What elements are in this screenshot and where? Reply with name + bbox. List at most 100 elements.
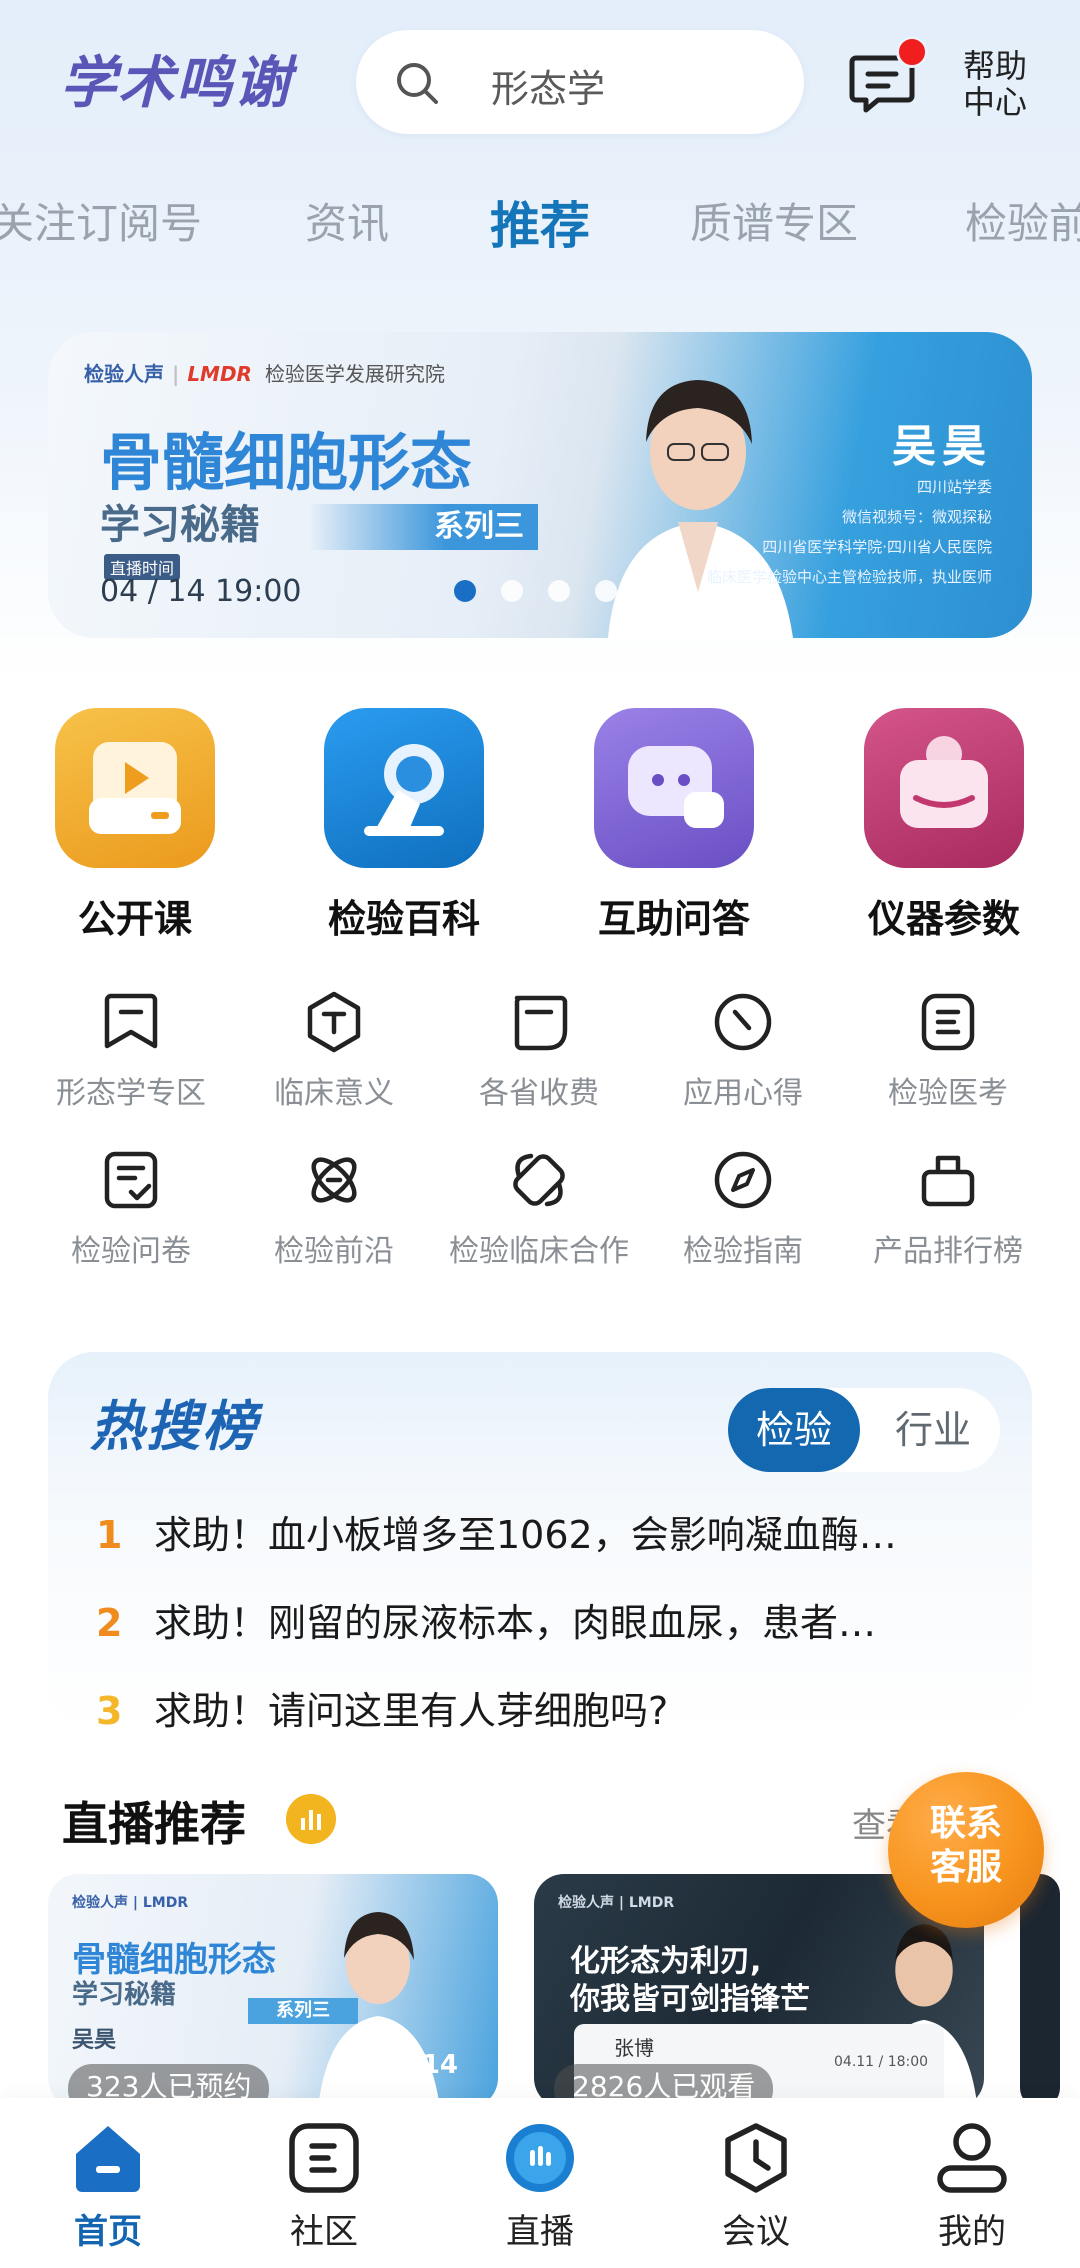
hot-search-text: 求助！血小板增多至1062，会影响凝血酶…	[154, 1513, 897, 1557]
chat-bubbles-icon	[594, 708, 754, 868]
tab-news[interactable]: 资讯	[305, 190, 389, 251]
hot-search-item[interactable]: 3 求助！请问这里有人芽细胞吗?	[96, 1680, 668, 1735]
grid-item-cooperation[interactable]: 检验临床合作	[439, 1148, 639, 1270]
grid-label: 检验医考	[888, 1076, 1008, 1111]
app-qa[interactable]: 互助问答	[574, 708, 774, 943]
grid-item-ranking[interactable]: 产品排行榜	[848, 1148, 1048, 1270]
video-course-icon	[55, 708, 215, 868]
tab-recommend[interactable]: 推荐	[490, 190, 590, 258]
nav-label: 直播	[506, 2212, 574, 2252]
pagination-dot[interactable]	[595, 580, 617, 602]
orbit-icon	[311, 1157, 357, 1203]
app-label: 公开课	[77, 897, 192, 941]
help-center-button[interactable]: 帮助 中心	[955, 48, 1035, 120]
pagination-dot[interactable]	[548, 580, 570, 602]
grid-item-survey[interactable]: 检验问卷	[31, 1148, 231, 1270]
rank-number: 2	[96, 1601, 123, 1645]
grid-item-clinical[interactable]: 临床意义	[234, 990, 434, 1112]
nav-community[interactable]: 社区	[244, 2120, 404, 2253]
banner-brand: 检验人声 | LMDR 检验医学发展研究院	[84, 362, 445, 386]
tab-frontier[interactable]: 检验前	[965, 190, 1080, 251]
search-placeholder: 形态学	[491, 67, 606, 111]
tab-subscriptions[interactable]: 关注订阅号	[0, 190, 202, 251]
grid-label: 检验问卷	[71, 1234, 191, 1269]
help-line-2: 中心	[962, 83, 1027, 121]
hexagon-t-icon	[307, 991, 361, 1053]
search-bar[interactable]: 形态学	[356, 30, 804, 134]
pagination-dot[interactable]	[501, 580, 523, 602]
banner-live-time: 04 / 14 19:00	[100, 574, 302, 609]
instrument-icon	[864, 708, 1024, 868]
bottom-nav: 首页 社区 直播 会议 我的	[0, 2098, 1080, 2268]
grid-item-fees[interactable]: 各省收费	[439, 990, 639, 1112]
handshake-icon	[513, 1153, 565, 1207]
card-date: 04.11 / 18:00	[834, 2054, 929, 2070]
nav-label: 会议	[722, 2212, 790, 2252]
header: 学术鸣谢 形态学 帮助 中心	[0, 0, 1080, 170]
checklist-icon	[104, 1151, 158, 1209]
grid-item-morphology[interactable]: 形态学专区	[31, 990, 231, 1112]
microscope-icon	[324, 708, 484, 868]
nav-live[interactable]: 直播	[460, 2120, 620, 2253]
hot-search-title: 热搜榜	[90, 1395, 258, 1458]
app-encyclopedia[interactable]: 检验百科	[304, 708, 504, 943]
grid-item-exam[interactable]: 检验医考	[848, 990, 1048, 1112]
contact-line-1: 联系	[929, 1803, 1002, 1844]
live-card-partial[interactable]	[1020, 1874, 1060, 2108]
bookmark-icon	[104, 993, 158, 1049]
tab-industry[interactable]: 行业	[878, 1388, 988, 1472]
app-open-course[interactable]: 公开课	[35, 708, 235, 943]
rank-number: 1	[96, 1513, 123, 1557]
app-label: 仪器参数	[867, 897, 1020, 941]
box-icon	[921, 1155, 975, 1207]
live-section-title: 直播推荐	[62, 1797, 246, 1851]
banner-lecturer-info: 四川站学委 微信视频号：微观探秘 四川省医学科学院·四川省人民医院 临床医学检验…	[706, 478, 992, 586]
live-bars-icon	[286, 1794, 336, 1844]
help-line-1: 帮助	[962, 47, 1027, 85]
contact-line-2: 客服	[929, 1847, 1002, 1888]
category-tabs: 关注订阅号 资讯 推荐 质谱专区 检验前	[0, 190, 1080, 260]
hot-search-item[interactable]: 1 求助！血小板增多至1062，会影响凝血酶…	[96, 1504, 897, 1559]
nav-label: 我的	[938, 2212, 1006, 2252]
card-speaker: 张博	[614, 2036, 654, 2060]
nav-label: 社区	[290, 2212, 358, 2252]
app-logo: 学术鸣谢	[60, 51, 292, 116]
grid-item-experience[interactable]: 应用心得	[643, 990, 843, 1112]
doc-list-icon	[921, 993, 975, 1051]
banner-pagination	[454, 580, 642, 604]
app-instrument[interactable]: 仪器参数	[844, 708, 1044, 943]
pagination-dot[interactable]	[454, 580, 476, 602]
grid-item-frontier[interactable]: 检验前沿	[234, 1148, 434, 1270]
contact-service-button[interactable]: 联系 客服	[888, 1772, 1044, 1928]
nav-home[interactable]: 首页	[28, 2120, 188, 2253]
banner-lecturer: 吴昊	[892, 421, 992, 472]
card-brand: 检验人声 | LMDR	[558, 1895, 675, 1911]
rank-number: 3	[96, 1689, 123, 1733]
community-icon	[289, 2123, 359, 2193]
grid-label: 检验临床合作	[449, 1234, 629, 1269]
card-subtitle: 学习秘籍	[72, 1980, 177, 2010]
profile-icon	[937, 2123, 1007, 2193]
tab-mass-spec[interactable]: 质谱专区	[690, 190, 858, 251]
card-date: 04 / 14	[358, 2050, 458, 2080]
banner-series: 系列三	[308, 504, 538, 550]
banner-subtitle: 学习秘籍	[100, 502, 260, 548]
search-icon	[397, 63, 438, 104]
grid-item-guide[interactable]: 检验指南	[643, 1148, 843, 1270]
nav-label: 首页	[74, 2212, 142, 2252]
hot-search-switch: 检验 行业	[728, 1388, 1000, 1472]
live-card[interactable]: 检验人声 | LMDR 骨髓细胞形态 学习秘籍 系列三 吴昊 04 / 14 3…	[48, 1874, 498, 2108]
grid-label: 应用心得	[683, 1076, 803, 1111]
grid-label: 临床意义	[274, 1076, 394, 1111]
live-icon	[506, 2124, 574, 2192]
notification-dot	[896, 36, 928, 68]
hot-search-item[interactable]: 2 求助！刚留的尿液标本，肉眼血尿，患者…	[96, 1592, 876, 1647]
nav-meeting[interactable]: 会议	[676, 2120, 836, 2253]
grid-label: 检验前沿	[274, 1234, 394, 1269]
card-brand: 检验人声 | LMDR	[72, 1895, 189, 1911]
card-subtitle: 你我皆可剑指锋芒	[570, 1982, 810, 2017]
nav-profile[interactable]: 我的	[892, 2120, 1052, 2253]
tab-inspection[interactable]: 检验	[728, 1388, 860, 1472]
hot-search-panel: 热搜榜 检验 行业 1 求助！血小板增多至1062，会影响凝血酶… 2 求助！刚留的…	[48, 1352, 1032, 1735]
hot-search-text: 求助！刚留的尿液标本，肉眼血尿，患者…	[154, 1601, 877, 1645]
